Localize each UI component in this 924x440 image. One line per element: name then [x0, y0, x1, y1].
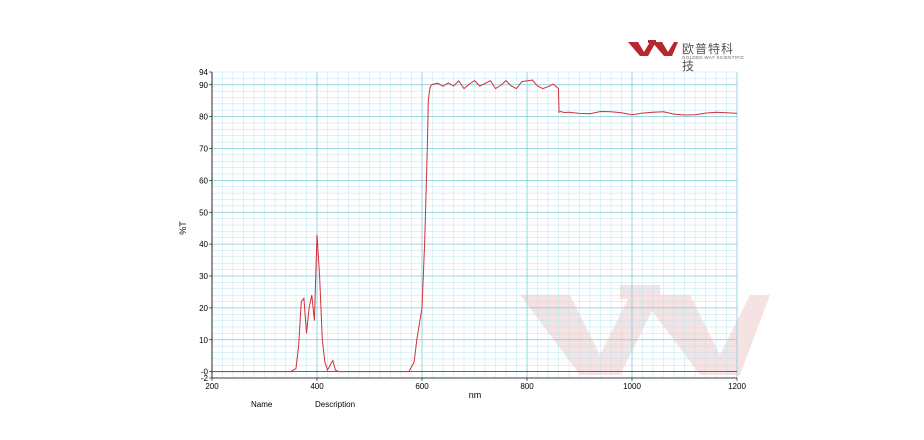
x-axis-label: nm — [469, 390, 482, 400]
x-tick-label: 400 — [310, 382, 324, 391]
name-label: Name — [251, 400, 273, 409]
x-tick-label: 1000 — [623, 382, 641, 391]
y-tick-label: 20 — [199, 304, 208, 313]
x-tick-label: 1200 — [728, 382, 746, 391]
y-tick-label: 80 — [199, 113, 208, 122]
description-label: Description — [315, 400, 356, 409]
y-tick-label: 90 — [199, 81, 208, 90]
y-tick-label: 10 — [199, 336, 208, 345]
y-tick-label: 40 — [199, 240, 208, 249]
watermark-logo — [520, 285, 770, 375]
y-tick-label: 60 — [199, 176, 208, 185]
x-tick-label: 600 — [415, 382, 429, 391]
grid — [211, 71, 738, 379]
y-tick-labels: -2-010203040506070809094 — [199, 68, 212, 383]
x-tick-label: 200 — [205, 382, 219, 391]
y-axis-label: %T — [178, 221, 188, 235]
transmission-chart: -2-010203040506070809094 200 400 600 800 100… — [178, 68, 770, 400]
y-tick-label: 70 — [199, 145, 208, 154]
y-tick-label: 50 — [199, 208, 208, 217]
y-tick-label: -0 — [201, 368, 209, 377]
x-tick-label: 800 — [520, 382, 534, 391]
y-tick-label: 94 — [199, 68, 208, 77]
y-tick-label: 30 — [199, 272, 208, 281]
